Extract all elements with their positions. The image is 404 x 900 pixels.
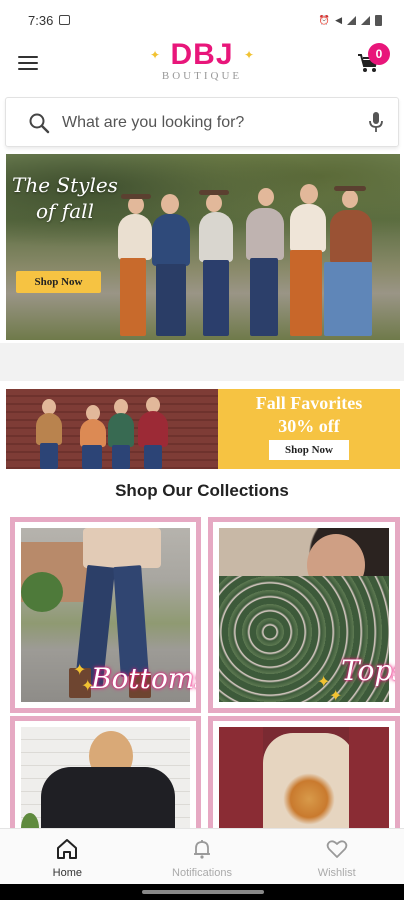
microphone-icon[interactable] <box>366 110 386 134</box>
tile-label-bottoms: Bottoms <box>91 662 201 695</box>
cart-count-badge[interactable]: 0 <box>368 43 390 65</box>
section-divider <box>0 343 404 381</box>
sparkle-icon-right: ✦ <box>243 48 254 62</box>
tile-image-4 <box>219 727 389 835</box>
logo-sub-text: BOUTIQUE <box>161 70 243 82</box>
bottom-navigation: Home Notifications Wishlist <box>0 828 404 884</box>
search-input[interactable] <box>62 110 352 136</box>
promo-shop-now-button[interactable]: Shop Now <box>269 440 349 460</box>
sparkle-icon-left: ✦ <box>150 48 161 62</box>
nav-item-home[interactable]: Home <box>0 829 135 884</box>
collection-tile-bottoms[interactable]: Bottoms ✦ ✦ <box>10 517 201 713</box>
home-gesture-pill[interactable] <box>142 890 264 894</box>
promo-title: Fall Favorites <box>255 393 363 413</box>
signal-icon-2 <box>361 15 370 25</box>
status-left: 7:36 <box>28 12 71 28</box>
hamburger-menu-icon[interactable] <box>18 56 38 72</box>
hero-script-text: The Styles of fall <box>12 172 118 224</box>
hero-script-line1: The Styles <box>12 173 118 197</box>
collections-heading: Shop Our Collections <box>115 481 289 500</box>
promo-offer-panel: Fall Favorites 30% off Shop Now <box>218 389 400 469</box>
home-icon <box>57 839 78 859</box>
notification-icon <box>59 15 71 25</box>
nav-item-notifications[interactable]: Notifications <box>135 829 270 884</box>
nav-item-wishlist[interactable]: Wishlist <box>269 829 404 884</box>
promo-discount: 30% off <box>278 416 340 436</box>
battery-icon <box>375 14 382 26</box>
hero-shop-now-button[interactable]: Shop Now <box>16 271 101 293</box>
mute-icon: ◀ <box>335 14 342 25</box>
promo-banner[interactable]: Fall Favorites 30% off Shop Now <box>6 389 400 469</box>
collection-tile-tops[interactable]: Tops ✦ ✦ <box>208 517 400 713</box>
tile-label-tops: Tops <box>341 654 395 687</box>
signal-icon-1 <box>347 15 356 25</box>
nav-label-home: Home <box>52 867 82 879</box>
sparkle-icon-tile2b: ✦ <box>329 688 343 705</box>
bell-icon <box>194 840 210 859</box>
collection-tile-3[interactable] <box>10 716 201 846</box>
tile-image-3 <box>21 727 190 835</box>
logo-main-text: DBJ <box>170 38 234 71</box>
nav-label-notifications: Notifications <box>172 867 232 879</box>
search-bar <box>5 97 399 147</box>
status-bar: 7:36 ⏰ ◀ <box>0 0 404 40</box>
status-right: ⏰ ◀ <box>318 14 382 26</box>
brand-logo[interactable]: ✦ DBJ BOUTIQUE ✦ <box>150 40 254 86</box>
hero-banner[interactable]: The Styles of fall Shop Now <box>6 154 400 340</box>
promo-photo <box>6 389 218 469</box>
app-header: ✦ DBJ BOUTIQUE ✦ 0 <box>0 40 404 90</box>
alarm-icon: ⏰ <box>318 14 331 25</box>
hero-script-line2: of fall <box>36 199 94 223</box>
nav-label-wishlist: Wishlist <box>317 867 356 879</box>
search-icon <box>29 113 50 134</box>
collection-tile-4[interactable] <box>208 716 400 846</box>
heart-icon <box>326 840 347 858</box>
status-time: 7:36 <box>28 12 54 28</box>
sparkle-icon-tile1b: ✦ <box>81 678 95 695</box>
